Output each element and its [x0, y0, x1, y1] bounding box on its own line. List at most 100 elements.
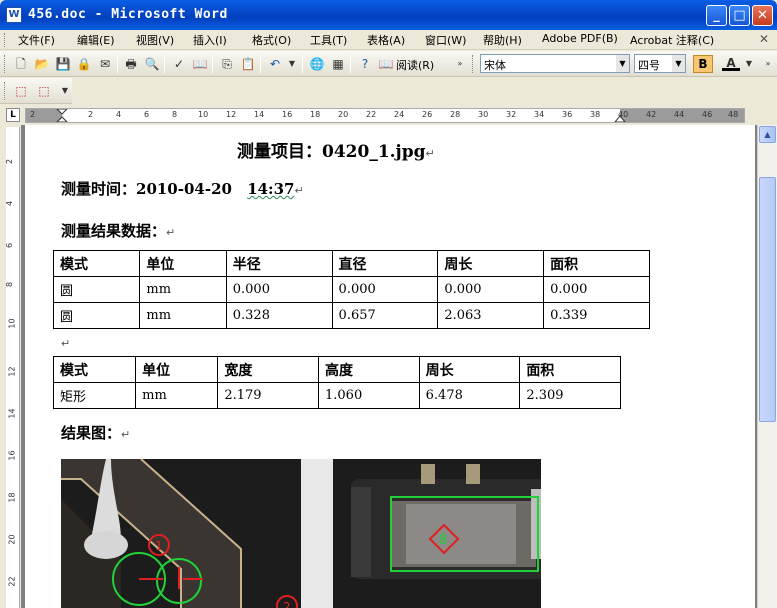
table-header-cell[interactable]: 周长: [437, 250, 545, 277]
toolbar-grip[interactable]: [4, 55, 7, 73]
table-cell[interactable]: 0.000: [543, 276, 650, 303]
table-header-cell[interactable]: 面积: [519, 356, 621, 383]
insert-table-icon[interactable]: ▦: [329, 55, 347, 73]
hyperlink-icon[interactable]: 🌐: [308, 55, 326, 73]
result-figure-image[interactable]: 8 1 2: [61, 459, 541, 608]
minimize-button[interactable]: _: [706, 5, 727, 26]
table-cell[interactable]: mm: [135, 382, 219, 409]
vertical-ruler[interactable]: 2 4 6 8 10 12 14 16 18 20 22: [6, 127, 20, 608]
circle-results-table[interactable]: 模式 单位 半径 直径 周长 面积 圆 mm 0.000 0.000 0.000…: [52, 250, 650, 329]
toolbar-options-icon[interactable]: »: [451, 55, 469, 73]
scroll-up-button[interactable]: ▲: [759, 126, 776, 143]
formatting-toolbar-grip[interactable]: [472, 55, 475, 73]
menu-file[interactable]: 文件(F): [18, 32, 55, 48]
email-icon[interactable]: ✉: [96, 55, 114, 73]
rectangle-results-table[interactable]: 模式 单位 宽度 高度 周长 面积 矩形 mm 2.179 1.060 6.47…: [52, 356, 621, 409]
scroll-thumb[interactable]: [759, 177, 776, 422]
table-header-cell[interactable]: 半径: [225, 250, 333, 277]
table-header-cell[interactable]: 模式: [52, 250, 141, 277]
table-header-cell[interactable]: 高度: [318, 356, 420, 383]
table-header-cell[interactable]: 周长: [418, 356, 521, 383]
menu-insert[interactable]: 插入(I): [193, 32, 227, 48]
table-cell[interactable]: 圆: [52, 276, 141, 303]
font-name-value: 宋体: [484, 59, 506, 72]
ruler-tick-label: 10: [7, 318, 17, 329]
toolbar-grip[interactable]: [4, 82, 7, 100]
menu-view[interactable]: 视图(V): [136, 32, 174, 48]
convert-email-pdf-icon[interactable]: ⬚: [35, 82, 53, 100]
result-figure-heading[interactable]: 结果图：↵: [61, 422, 130, 443]
table-header-cell[interactable]: 模式: [52, 356, 137, 383]
chevron-down-icon[interactable]: ▼: [672, 55, 685, 72]
permission-icon[interactable]: 🔒: [75, 55, 93, 73]
font-color-button[interactable]: A: [722, 55, 740, 71]
read-mode-icon[interactable]: 📖: [377, 55, 395, 73]
document-page[interactable]: 测量项目：0420_1.jpg↵ 测量时间：2010-04-20 14:37↵ …: [25, 125, 755, 608]
table-cell[interactable]: 0.339: [543, 302, 650, 329]
right-indent-marker-icon[interactable]: [614, 115, 626, 123]
measure-time-line[interactable]: 测量时间：2010-04-20 14:37↵: [61, 178, 304, 199]
bold-button[interactable]: B: [693, 55, 713, 73]
table-header-cell[interactable]: 单位: [139, 250, 227, 277]
table-cell[interactable]: mm: [139, 276, 227, 303]
indent-marker-icon[interactable]: [56, 109, 68, 123]
menu-adobe-pdf[interactable]: Adobe PDF(B): [542, 32, 618, 45]
toolbar-options-icon[interactable]: ▼: [56, 82, 74, 100]
document-area[interactable]: 测量项目：0420_1.jpg↵ 测量时间：2010-04-20 14:37↵ …: [21, 125, 757, 608]
table-cell[interactable]: 2.179: [217, 382, 319, 409]
table-cell[interactable]: 1.060: [318, 382, 420, 409]
horizontal-ruler[interactable]: 2 2 4 6 8 10 12 14 16 18 20 22 24 26 28 …: [25, 108, 745, 123]
tab-stop-selector[interactable]: L: [6, 108, 20, 122]
research-icon[interactable]: 📖: [191, 55, 209, 73]
results-heading[interactable]: 测量结果数据：↵: [61, 220, 175, 241]
table-cell[interactable]: 0.000: [437, 276, 545, 303]
toolbar-options-icon[interactable]: »: [759, 55, 777, 73]
menu-format[interactable]: 格式(O): [252, 32, 291, 48]
print-icon[interactable]: 🖶: [122, 55, 140, 73]
document-title[interactable]: 测量项目：0420_1.jpg↵: [237, 137, 435, 162]
new-document-icon[interactable]: 🗋: [12, 55, 30, 73]
paste-icon[interactable]: 📋: [239, 55, 257, 73]
table-cell[interactable]: 2.309: [519, 382, 621, 409]
table-header-cell[interactable]: 宽度: [217, 356, 319, 383]
chevron-down-icon[interactable]: ▼: [616, 55, 629, 72]
table-cell[interactable]: 0.000: [331, 276, 439, 303]
font-name-select[interactable]: 宋体 ▼: [480, 54, 630, 73]
help-icon[interactable]: ?: [356, 55, 374, 73]
menu-acrobat-comment[interactable]: Acrobat 注释(C): [630, 32, 714, 48]
table-cell[interactable]: 0.657: [331, 302, 439, 329]
save-icon[interactable]: 💾: [54, 55, 72, 73]
convert-to-pdf-icon[interactable]: ⬚: [12, 82, 30, 100]
vertical-scrollbar[interactable]: ▲: [757, 125, 777, 608]
read-mode-button[interactable]: 阅读(R): [396, 57, 434, 73]
undo-dropdown-icon[interactable]: ▼: [283, 55, 301, 73]
menu-edit[interactable]: 编辑(E): [77, 32, 115, 48]
word-app-icon[interactable]: W: [6, 7, 22, 23]
menu-tools[interactable]: 工具(T): [310, 32, 347, 48]
table-cell[interactable]: 0.328: [225, 302, 333, 329]
table-header-cell[interactable]: 面积: [543, 250, 650, 277]
font-color-dropdown-icon[interactable]: ▼: [740, 55, 758, 73]
close-button[interactable]: ✕: [752, 5, 773, 26]
table-cell[interactable]: 圆: [52, 302, 141, 329]
maximize-button[interactable]: □: [729, 5, 750, 26]
undo-icon[interactable]: ↶: [266, 55, 284, 73]
table-cell[interactable]: 矩形: [52, 382, 137, 409]
table-cell[interactable]: 0.000: [225, 276, 333, 303]
menu-help[interactable]: 帮助(H): [483, 32, 522, 48]
table-cell[interactable]: 2.063: [437, 302, 545, 329]
font-size-select[interactable]: 四号 ▼: [634, 54, 686, 73]
table-cell[interactable]: mm: [139, 302, 227, 329]
print-preview-icon[interactable]: 🔍: [143, 55, 161, 73]
table-header-cell[interactable]: 单位: [135, 356, 219, 383]
menu-grip[interactable]: [4, 33, 7, 47]
copy-icon[interactable]: ⎘: [218, 55, 236, 73]
table-cell[interactable]: 6.478: [418, 382, 521, 409]
spelling-icon[interactable]: ✓: [170, 55, 188, 73]
table-header-cell[interactable]: 直径: [331, 250, 439, 277]
open-folder-icon[interactable]: 📂: [33, 55, 51, 73]
menu-table[interactable]: 表格(A): [367, 32, 405, 48]
close-document-icon[interactable]: ✕: [757, 32, 771, 46]
paragraph-mark-icon: ↵: [61, 337, 71, 350]
menu-window[interactable]: 窗口(W): [425, 32, 466, 48]
